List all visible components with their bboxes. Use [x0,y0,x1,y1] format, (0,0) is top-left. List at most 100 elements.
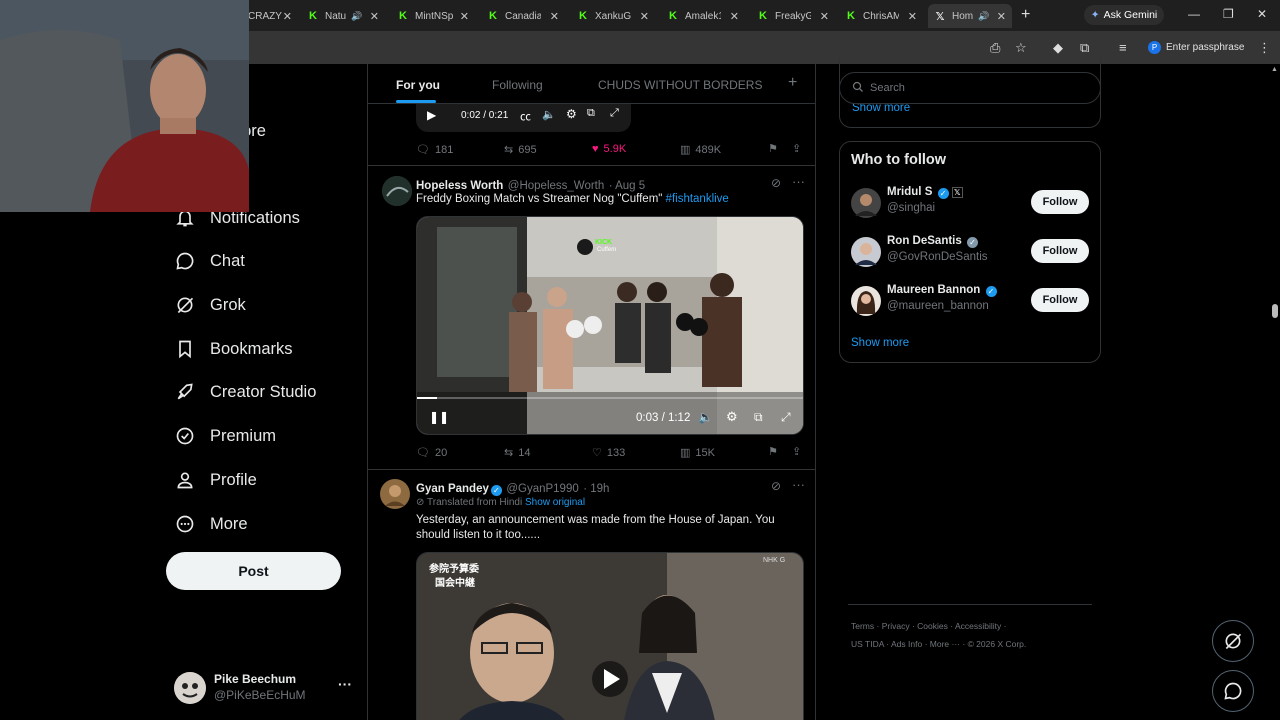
show-original-link[interactable]: Show original [525,497,585,508]
scroll-up-icon[interactable]: ▲ [1271,66,1278,73]
volume-icon[interactable]: 🔈 [698,410,713,424]
nav-item-chat[interactable]: Chat [174,246,245,276]
nav-item-profile[interactable]: Profile [174,465,257,495]
passphrase-button[interactable]: P Enter passphrase [1148,37,1248,57]
author-handle[interactable]: @Hopeless_Worth [508,180,604,192]
share-icon[interactable]: ⇪ [792,445,801,458]
minimize-icon[interactable]: — [1188,7,1200,21]
show-more-link[interactable]: Show more [851,337,909,349]
footer-link-accessibility[interactable]: Accessibility [955,621,1001,631]
footer-link-more[interactable]: More ··· [930,639,960,649]
restore-icon[interactable]: ❐ [1223,7,1234,21]
volume-icon[interactable]: 🔈 [542,108,556,121]
nav-item-grok[interactable]: Grok [174,290,246,320]
grok-icon[interactable]: ⊘ [771,176,781,190]
browser-tab[interactable]: CRAZYTA ✕ [248,4,292,28]
browser-tab[interactable]: K FreakyG ✕ [757,4,829,28]
ask-gemini-button[interactable]: ✦ Ask Gemini [1084,5,1164,25]
tab-chuds-without-borders[interactable]: CHUDS WITHOUT BORDERS [598,78,762,92]
more-dots-icon[interactable]: ··· [792,477,805,492]
video-thumbnail[interactable]: 参院予算委 国会中継 NHK G [416,552,804,720]
hashtag-link[interactable]: #fishtanklive [666,193,729,205]
nav-item-premium[interactable]: Premium [174,421,276,451]
follow-suggestion[interactable]: Mridul S ✓ 𝕏 @singhai Follow [851,186,1091,222]
follow-suggestion[interactable]: Ron DeSantis ✓ @GovRonDeSantis Follow [851,235,1091,271]
fullscreen-icon[interactable]: ⤢ [610,107,619,120]
follow-suggestion[interactable]: Maureen Bannon ✓ @maureen_bannon Follow [851,284,1091,320]
media-control-icon[interactable]: ≡ [1119,40,1127,55]
settings-gear-icon[interactable]: ⚙ [726,409,738,425]
pip-icon[interactable]: ⧉ [754,410,763,425]
settings-gear-icon[interactable]: ⚙ [566,107,577,121]
browser-tab[interactable]: K ChrisAM ✕ [845,4,917,28]
like-button[interactable]: ♥ 5.9K [592,143,626,155]
views-button[interactable]: ▥ 15K [680,446,715,460]
footer-link-terms[interactable]: Terms [851,621,874,631]
views-button[interactable]: ▥ 489K [680,143,721,157]
close-icon[interactable]: ✕ [640,10,649,23]
close-icon[interactable]: ✕ [908,10,917,23]
install-app-icon[interactable]: ⎙ [990,40,1000,56]
browser-tab[interactable]: K Canadian ✕ [487,4,559,28]
captions-icon[interactable]: ㏄ [520,108,531,124]
tab-following[interactable]: Following [492,78,543,92]
pause-icon[interactable]: ❚❚ [429,410,449,424]
scrollbar-thumb[interactable] [1272,304,1278,318]
footer-link-ads-info[interactable]: Ads Info [891,639,922,649]
follow-button[interactable]: Follow [1031,239,1089,263]
author-handle[interactable]: @GyanP1990 [506,483,578,495]
search-input[interactable]: Search [839,72,1101,104]
repost-button[interactable]: ⇆ 14 [504,446,530,460]
more-dots-icon[interactable]: ··· [792,174,805,189]
close-icon[interactable]: ✕ [550,10,559,23]
avatar[interactable] [380,479,410,509]
page-scrollbar[interactable]: ▲ [1270,64,1280,720]
pip-icon[interactable]: ⧉ [587,107,595,120]
reply-button[interactable]: 🗨 20 [416,446,447,460]
fullscreen-icon[interactable]: ⤢ [781,410,791,425]
extension-icon[interactable]: ◆ [1053,40,1063,56]
author-name[interactable]: Hopeless Worth [416,180,503,192]
footer-link-privacy[interactable]: Privacy [882,621,910,631]
follow-button[interactable]: Follow [1031,288,1089,312]
nav-item-bookmarks[interactable]: Bookmarks [174,334,293,364]
share-icon[interactable]: ⇪ [792,142,801,155]
browser-tab[interactable]: K Amalek1 ✕ [667,4,739,28]
like-button[interactable]: ♡ 133 [592,446,625,460]
browser-tab[interactable]: K XankuGa ✕ [577,4,649,28]
grok-icon[interactable]: ⊘ [771,479,781,493]
close-icon[interactable]: ✕ [820,10,829,23]
post-button[interactable]: Post [166,552,341,590]
close-icon[interactable]: ✕ [730,10,739,23]
account-switcher[interactable]: Pike Beechum @PiKeBeEcHuM ··· [174,670,354,706]
grok-fab[interactable] [1212,620,1254,662]
puzzle-icon[interactable]: ⧉ [1080,40,1089,56]
more-dots-icon[interactable]: ··· [338,676,352,692]
add-tab-icon[interactable]: + [788,74,797,92]
play-icon[interactable]: ▶ [427,108,436,122]
bookmark-icon[interactable]: ⚑ [768,445,778,458]
follow-button[interactable]: Follow [1031,190,1089,214]
browser-tab-active[interactable]: 𝕏 Hom 🔊 ✕ [928,4,1012,28]
video-player[interactable]: KICK Cuffem ❚❚ 0:03 / 1:12 🔈 ⚙ ⧉ ⤢ [416,216,804,435]
tweet-date[interactable]: · 19h [583,483,609,495]
footer-link-us-tida[interactable]: US TIDA [851,639,884,649]
reply-button[interactable]: 🗨 181 [416,143,453,157]
new-tab-button[interactable]: + [1021,6,1030,24]
nav-item-more[interactable]: More [174,509,248,539]
author-name[interactable]: Gyan Pandey [416,483,489,495]
close-icon[interactable]: ✕ [283,10,292,23]
browser-tab[interactable]: K Natu 🔊 ✕ [307,4,379,28]
chat-fab[interactable] [1212,670,1254,712]
browser-tab[interactable]: K MintNSp ✕ [397,4,469,28]
close-icon[interactable]: ✕ [370,10,379,23]
close-icon[interactable]: ✕ [997,10,1006,23]
kebab-menu-icon[interactable]: ⋮ [1258,40,1271,56]
avatar[interactable] [382,176,412,206]
close-icon[interactable]: ✕ [460,10,469,23]
footer-link-cookies[interactable]: Cookies [917,621,948,631]
nav-item-creator-studio[interactable]: Creator Studio [174,377,316,407]
repost-button[interactable]: ⇆ 695 [504,143,537,157]
tab-for-you[interactable]: For you [396,78,440,92]
tweet-date[interactable]: · Aug 5 [609,180,645,192]
